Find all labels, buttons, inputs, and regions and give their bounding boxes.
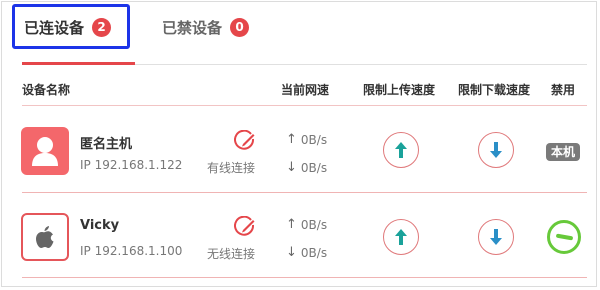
- connection-type: 有线连接: [207, 161, 256, 175]
- limit-upload-button[interactable]: [383, 219, 419, 255]
- column-header-current-speed: 当前网速: [281, 83, 330, 97]
- up-arrow-icon: ↑: [286, 217, 297, 232]
- column-header-ban: 禁用: [551, 83, 576, 97]
- connection-type: 无线连接: [207, 247, 256, 261]
- device-name: 匿名主机: [80, 137, 133, 152]
- upload-speed: ↑ 0B/s: [286, 132, 327, 147]
- user-icon: [21, 127, 69, 175]
- download-arrow-icon: [490, 142, 502, 158]
- limit-download-button[interactable]: [478, 219, 514, 255]
- download-speed-value: 0B/s: [300, 160, 328, 175]
- download-speed: ↓ 0B/s: [286, 245, 327, 260]
- column-header-limit-upload: 限制上传速度: [363, 83, 436, 97]
- row-separator: [22, 192, 587, 193]
- blocked-count-badge: 0: [230, 17, 250, 37]
- download-arrow-icon: [490, 229, 502, 245]
- device-ip: IP 192.168.1.122: [80, 158, 183, 172]
- local-device-badge: 本机: [546, 143, 581, 161]
- edit-name-icon[interactable]: [234, 216, 256, 238]
- ban-icon: [555, 233, 573, 241]
- limit-upload-button[interactable]: [383, 132, 419, 168]
- tab-connected-devices[interactable]: 已连设备 2: [24, 16, 112, 38]
- edit-name-icon[interactable]: [234, 130, 256, 152]
- tab-blocked-label: 已禁设备: [162, 18, 223, 37]
- row-separator: [22, 277, 587, 278]
- column-header-limit-download: 限制下载速度: [458, 83, 531, 97]
- device-ip: IP 192.168.1.100: [80, 244, 183, 258]
- down-arrow-icon: ↓: [286, 160, 297, 175]
- tab-connected-label: 已连设备: [24, 18, 85, 37]
- down-arrow-icon: ↓: [286, 245, 297, 260]
- up-arrow-icon: ↑: [286, 132, 297, 147]
- download-speed: ↓ 0B/s: [286, 160, 327, 175]
- ban-device-button[interactable]: [547, 220, 581, 254]
- device-manager-panel: 已连设备 2 已禁设备 0 设备名称 当前网速 限制上传速度 限制下载速度 禁用…: [1, 1, 597, 287]
- device-name: Vicky: [80, 218, 120, 233]
- upload-speed-value: 0B/s: [300, 217, 328, 232]
- upload-arrow-icon: [395, 142, 407, 158]
- active-tab-underline: [22, 62, 135, 65]
- download-speed-value: 0B/s: [300, 245, 328, 260]
- tab-blocked-devices[interactable]: 已禁设备 0: [162, 16, 250, 38]
- connected-count-badge: 2: [92, 17, 112, 37]
- column-header-device-name: 设备名称: [22, 83, 71, 97]
- upload-arrow-icon: [395, 229, 407, 245]
- header-separator: [22, 105, 587, 106]
- upload-speed-value: 0B/s: [300, 132, 328, 147]
- apple-icon: [21, 213, 69, 261]
- limit-download-button[interactable]: [478, 132, 514, 168]
- upload-speed: ↑ 0B/s: [286, 217, 327, 232]
